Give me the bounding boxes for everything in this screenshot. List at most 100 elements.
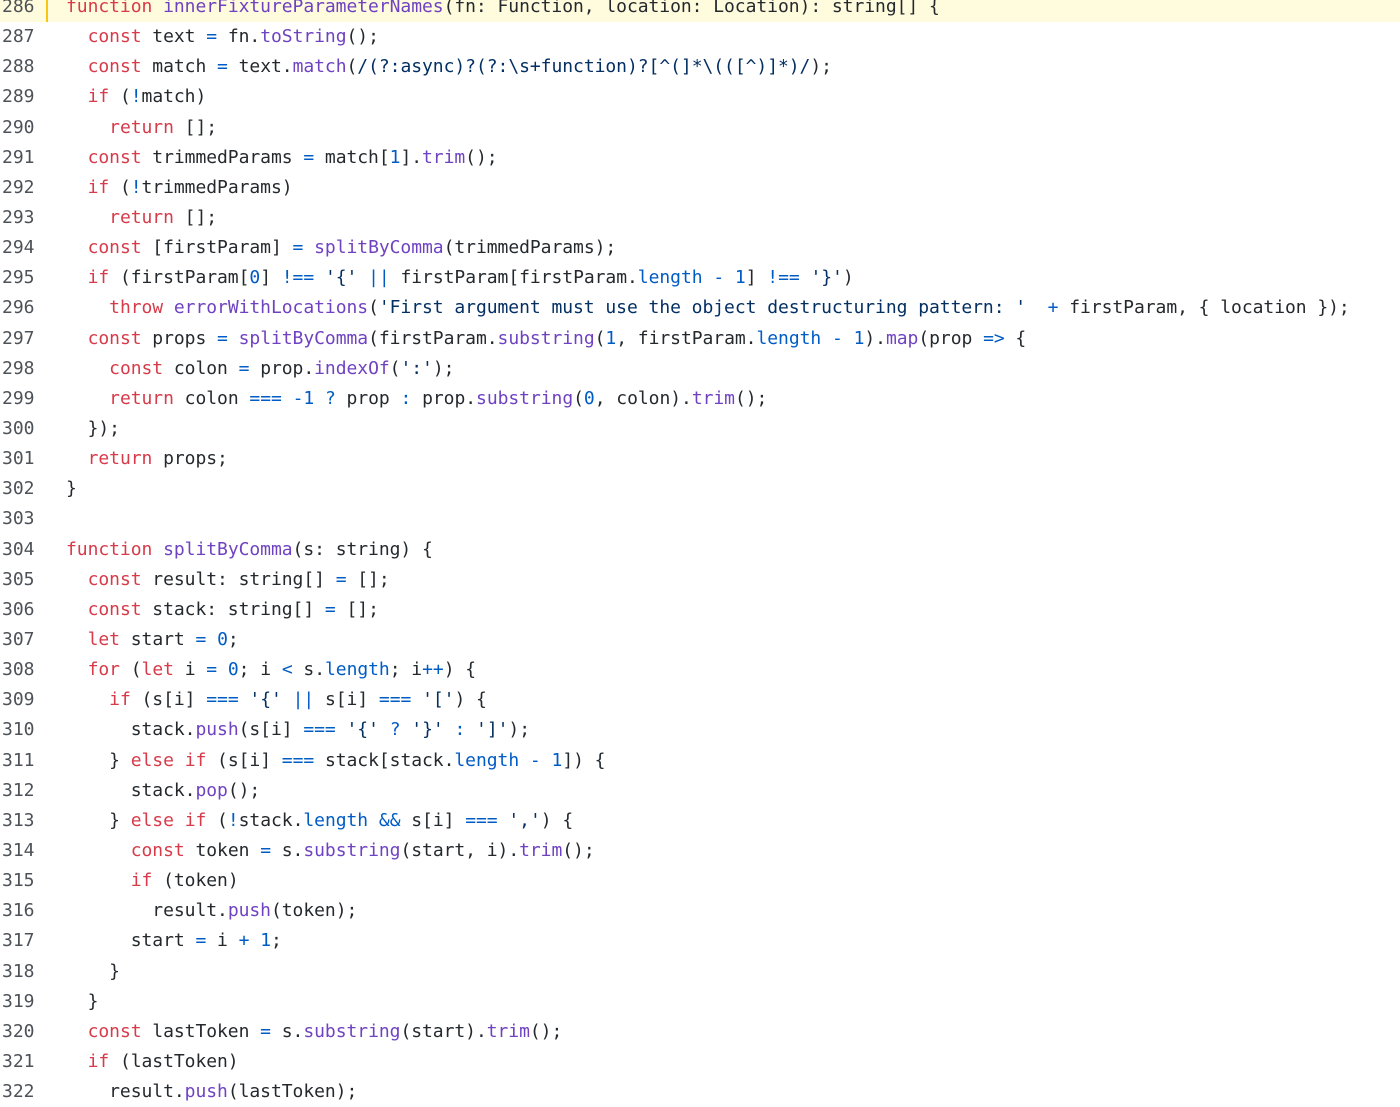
line-number[interactable]: 321	[0, 1047, 48, 1077]
code-token: '{'	[346, 719, 379, 741]
code-line: 307 let start = 0;	[0, 625, 1400, 655]
code-token: const	[87, 327, 142, 349]
code-text: } else if (!stack.length && s[i] === ','…	[66, 806, 573, 836]
code-token: push	[227, 900, 271, 922]
code-token: (firstParam[	[109, 267, 250, 289]
code-line: 299 return colon === -1 ? prop : prop.su…	[0, 384, 1400, 414]
line-number[interactable]: 301	[0, 444, 48, 474]
code-token: prop.	[411, 387, 477, 409]
line-number[interactable]: 292	[0, 173, 48, 203]
code-token: 0	[249, 267, 261, 289]
code-token: lastToken	[141, 1020, 261, 1042]
line-number[interactable]: 295	[0, 263, 48, 293]
code-token: }	[66, 990, 99, 1012]
line-number[interactable]: 293	[0, 203, 48, 233]
code-token: text.	[227, 56, 293, 78]
line-number[interactable]: 289	[0, 82, 48, 112]
line-number[interactable]: 300	[0, 414, 48, 444]
line-number[interactable]: 314	[0, 836, 48, 866]
code-token: (fn: Function, location: Location): stri…	[443, 0, 940, 17]
code-text: let start = 0;	[66, 625, 239, 655]
code-text: result.push(lastToken);	[66, 1077, 357, 1107]
line-number[interactable]: 297	[0, 324, 48, 354]
code-token: (s[i]	[130, 689, 207, 711]
code-token: props	[141, 327, 218, 349]
code-token: =	[217, 327, 228, 349]
code-token: const	[87, 146, 142, 168]
code-token: ();	[346, 26, 379, 48]
code-token: , firstParam.	[616, 327, 757, 349]
code-token: substring	[303, 839, 401, 861]
line-number[interactable]: 304	[0, 535, 48, 565]
code-token: -	[292, 387, 304, 409]
code-token: 0	[227, 659, 239, 681]
line-number[interactable]: 319	[0, 987, 48, 1017]
line-number[interactable]: 298	[0, 354, 48, 384]
line-number[interactable]: 315	[0, 866, 48, 896]
line-number[interactable]: 317	[0, 926, 48, 956]
code-token: '{'	[324, 267, 358, 289]
code-token: i	[173, 659, 207, 681]
line-number[interactable]: 318	[0, 957, 48, 987]
code-line: 310 stack.push(s[i] === '{' ? '}' : ']')…	[0, 715, 1400, 745]
line-number[interactable]: 288	[0, 52, 48, 82]
line-number[interactable]: 296	[0, 293, 48, 323]
line-number[interactable]: 320	[0, 1017, 48, 1047]
line-number[interactable]: 302	[0, 474, 48, 504]
line-number[interactable]: 299	[0, 384, 48, 414]
code-token: ===	[281, 749, 315, 771]
code-token: '{'	[249, 689, 282, 711]
code-token: =	[195, 628, 207, 650]
line-number[interactable]: 310	[0, 715, 48, 745]
line-number[interactable]: 290	[0, 113, 48, 143]
code-text: return colon === -1 ? prop : prop.substr…	[66, 384, 767, 414]
code-token: push	[184, 1081, 228, 1103]
line-number[interactable]: 313	[0, 806, 48, 836]
code-text: start = i + 1;	[66, 926, 282, 956]
line-number[interactable]: 303	[0, 504, 48, 534]
code-token: =	[206, 659, 218, 681]
code-token: ; i	[238, 659, 282, 681]
code-token: if	[130, 870, 153, 892]
code-token: colon	[173, 387, 250, 409]
code-token: s[i]	[314, 689, 379, 711]
code-text: if (s[i] === '{' || s[i] === '[') {	[66, 685, 487, 715]
code-line: 319 }	[0, 987, 1400, 1017]
code-token: (trimmedParams);	[443, 237, 617, 259]
code-token: =	[195, 930, 207, 952]
code-token: 1	[605, 327, 617, 349]
line-number[interactable]: 306	[0, 595, 48, 625]
line-number[interactable]: 311	[0, 746, 48, 776]
line-number[interactable]: 308	[0, 655, 48, 685]
code-token: return	[109, 116, 174, 138]
code-token: s.	[270, 1020, 304, 1042]
line-number[interactable]: 316	[0, 896, 48, 926]
line-number[interactable]: 294	[0, 233, 48, 263]
code-token: const	[130, 839, 185, 861]
code-token: for	[87, 659, 120, 681]
line-number[interactable]: 307	[0, 625, 48, 655]
line-number[interactable]: 286	[0, 0, 48, 23]
code-text: throw errorWithLocations('First argument…	[66, 293, 1350, 323]
line-number[interactable]: 291	[0, 143, 48, 173]
line-number[interactable]: 312	[0, 776, 48, 806]
line-number[interactable]: 287	[0, 22, 48, 52]
line-number[interactable]: 322	[0, 1077, 48, 1107]
code-token: ) {	[540, 809, 574, 831]
line-number[interactable]: 305	[0, 565, 48, 595]
code-line: 317 start = i + 1;	[0, 926, 1400, 956]
code-line: 291 const trimmedParams = match[1].trim(…	[0, 143, 1400, 173]
code-token: 1	[303, 387, 315, 409]
code-token: '}'	[810, 267, 843, 289]
code-token: (s[i]	[206, 749, 282, 771]
code-token: (lastToken)	[109, 1050, 239, 1072]
line-number[interactable]: 309	[0, 685, 48, 715]
